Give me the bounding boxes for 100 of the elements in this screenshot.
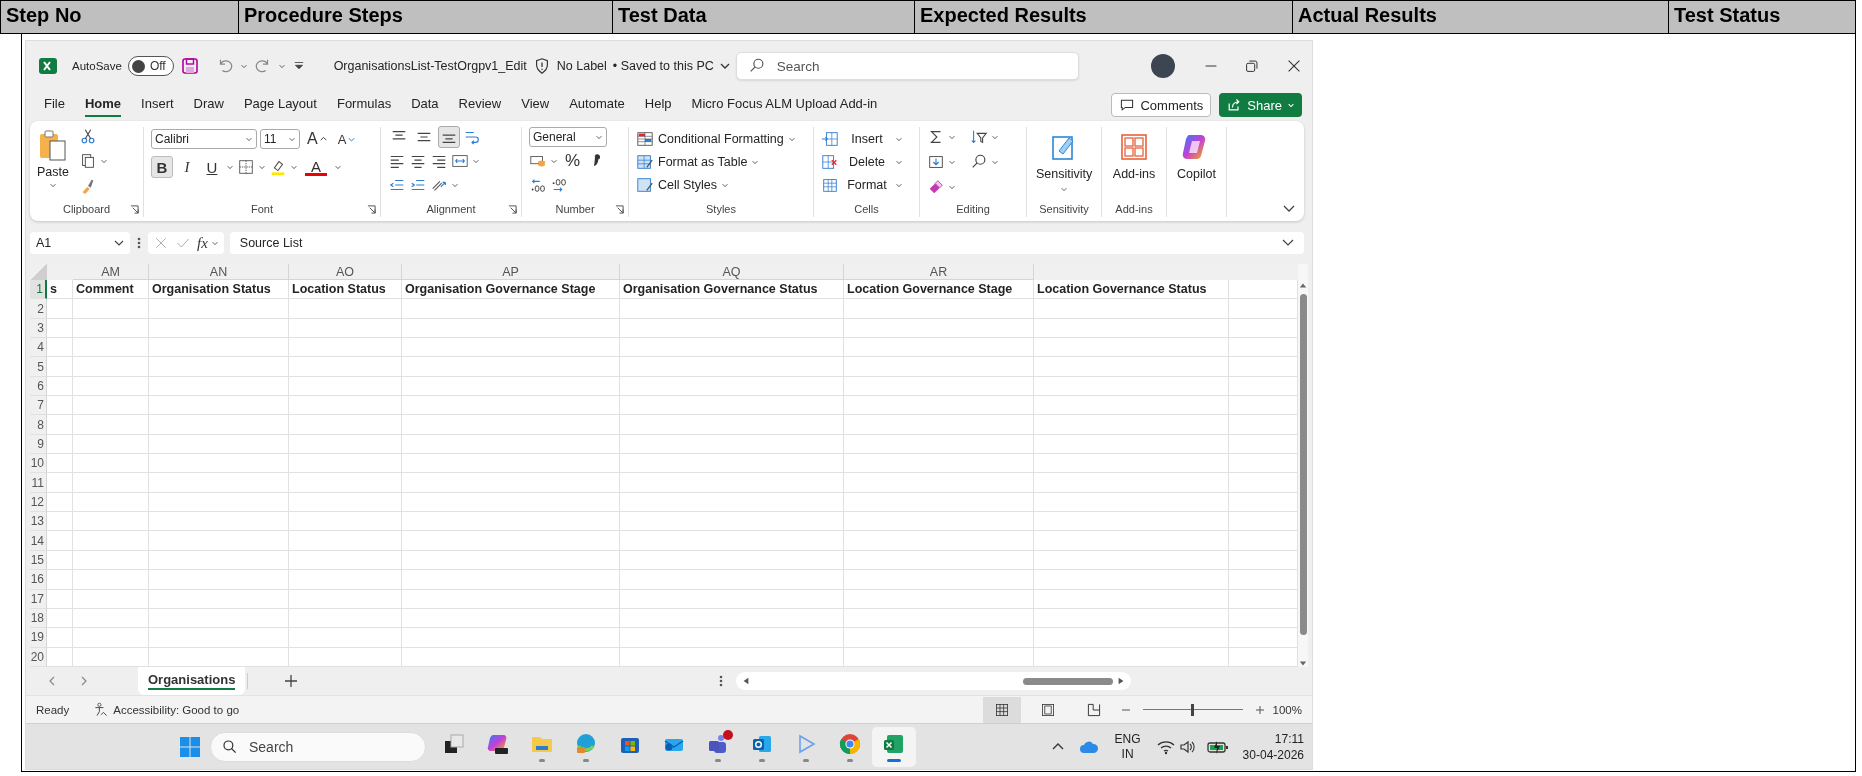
slider-thumb[interactable] <box>1191 703 1195 716</box>
row-number[interactable]: 4 <box>30 338 47 358</box>
grid-cell[interactable] <box>844 550 1034 571</box>
grid-cell[interactable] <box>149 492 289 513</box>
grid-cell[interactable] <box>1034 299 1229 319</box>
name-box[interactable]: A1 <box>30 232 130 254</box>
grid-cell[interactable] <box>402 570 620 590</box>
grid-cell[interactable] <box>289 550 402 571</box>
grid-cell[interactable] <box>73 357 149 377</box>
grid-cell[interactable] <box>844 396 1034 416</box>
grid-cell[interactable] <box>844 647 1034 667</box>
grid-cell[interactable] <box>289 589 402 609</box>
vertical-dots-icon[interactable] <box>136 236 142 250</box>
grid-cell[interactable] <box>47 512 73 532</box>
italic-button[interactable]: I <box>176 156 198 178</box>
grid-cell[interactable] <box>620 628 844 648</box>
grid-cell[interactable] <box>402 512 620 532</box>
grid-cell[interactable] <box>402 338 620 358</box>
font-name-dropdown[interactable]: Calibri <box>151 129 257 149</box>
grid-cell[interactable] <box>620 357 844 377</box>
formula-input[interactable]: Source List <box>239 236 303 250</box>
grid-cell[interactable] <box>620 434 844 455</box>
grid-cell[interactable] <box>73 647 149 667</box>
menu-tab[interactable]: Help <box>644 93 672 117</box>
table-cell[interactable]: Location Status <box>289 280 402 300</box>
font-size-dropdown[interactable]: 11 <box>260 129 300 149</box>
highlighter-icon[interactable] <box>269 158 287 176</box>
row-number[interactable]: 10 <box>30 454 47 474</box>
grid-cell[interactable] <box>73 396 149 416</box>
grid-cell[interactable] <box>402 454 620 474</box>
share-button[interactable]: Share <box>1219 93 1302 117</box>
grid-cell[interactable] <box>73 318 149 339</box>
grid-cell[interactable] <box>47 357 73 377</box>
grid-cell[interactable] <box>47 531 73 551</box>
bold-button[interactable]: B <box>151 156 173 178</box>
grid-cell[interactable] <box>73 376 149 397</box>
grid-cell[interactable] <box>402 492 620 513</box>
grid-cell[interactable] <box>47 570 73 590</box>
grid-cell[interactable] <box>73 454 149 474</box>
grid-cell[interactable] <box>1034 454 1229 474</box>
zoom-level[interactable]: 100% <box>1272 703 1302 716</box>
column-header[interactable]: AM <box>73 264 149 280</box>
dialog-launcher-icon[interactable] <box>615 204 624 214</box>
grid-cell[interactable] <box>289 454 402 474</box>
eraser-icon[interactable] <box>927 178 945 196</box>
grid-cell[interactable] <box>149 396 289 416</box>
row-number[interactable]: 1 <box>30 280 47 300</box>
grid-cell[interactable] <box>73 589 149 609</box>
menu-tab[interactable]: Formulas <box>336 93 392 117</box>
grid-cell[interactable] <box>844 415 1034 435</box>
grid-cell[interactable] <box>47 415 73 435</box>
grid-cell[interactable] <box>149 357 289 377</box>
grid-cell[interactable] <box>620 299 844 319</box>
grid-cell[interactable] <box>149 531 289 551</box>
grid-cell[interactable] <box>289 492 402 513</box>
row-number[interactable]: 16 <box>30 570 47 590</box>
scissors-icon[interactable] <box>79 127 97 145</box>
grid-cell[interactable] <box>402 396 620 416</box>
copy-icon[interactable] <box>79 152 97 170</box>
merge-cells-icon[interactable] <box>451 152 469 170</box>
grid-cell[interactable] <box>289 512 402 532</box>
menu-tab[interactable]: File <box>44 93 65 117</box>
grid-cell[interactable] <box>402 473 620 493</box>
grid-cell[interactable] <box>1034 318 1229 339</box>
cloud-icon[interactable] <box>1078 740 1099 754</box>
grid-cell[interactable] <box>402 550 620 571</box>
grid-cell[interactable] <box>844 434 1034 455</box>
table-cell[interactable]: Location Governance Stage <box>844 280 1034 300</box>
grid-cell[interactable] <box>402 628 620 648</box>
number-format-dropdown[interactable]: General <box>529 127 607 147</box>
table-cell[interactable]: Organisation Status <box>149 280 289 300</box>
grid-cell[interactable] <box>620 550 844 571</box>
row-number[interactable]: 14 <box>30 531 47 551</box>
conditional-formatting-button[interactable]: Conditional Formatting <box>636 129 796 149</box>
column-header[interactable]: AP <box>402 264 620 280</box>
grid-cell[interactable] <box>47 647 73 667</box>
grid-cell[interactable] <box>1034 589 1229 609</box>
scroll-up-icon[interactable] <box>1299 282 1307 290</box>
column-header[interactable]: AO <box>289 264 402 280</box>
grid-cell[interactable] <box>620 589 844 609</box>
table-cell[interactable]: Organisation Governance Stage <box>402 280 620 300</box>
delete-button[interactable]: Delete <box>821 152 903 172</box>
fill-down-icon[interactable] <box>927 153 945 171</box>
save-icon[interactable] <box>179 56 200 76</box>
sensitivity-button[interactable]: Sensitivity <box>1034 127 1095 201</box>
grid-cell[interactable] <box>47 473 73 493</box>
grid-cell[interactable] <box>1034 550 1229 571</box>
grid-cell[interactable] <box>844 473 1034 493</box>
column-header[interactable]: AQ <box>620 264 844 280</box>
grid-cell[interactable] <box>47 318 73 339</box>
grid-cell[interactable] <box>620 318 844 339</box>
menu-tab[interactable]: View <box>521 93 550 117</box>
addins-button[interactable]: Add-ins <box>1110 127 1158 201</box>
grid-cell[interactable] <box>1034 357 1229 377</box>
format-as-table-button[interactable]: Format as Table <box>636 152 796 172</box>
vertical-dots-icon[interactable] <box>718 674 725 688</box>
row-number[interactable]: 11 <box>30 473 47 493</box>
grid-cell[interactable] <box>402 415 620 435</box>
grid-cell[interactable] <box>47 628 73 648</box>
row-number[interactable]: 8 <box>30 415 47 435</box>
